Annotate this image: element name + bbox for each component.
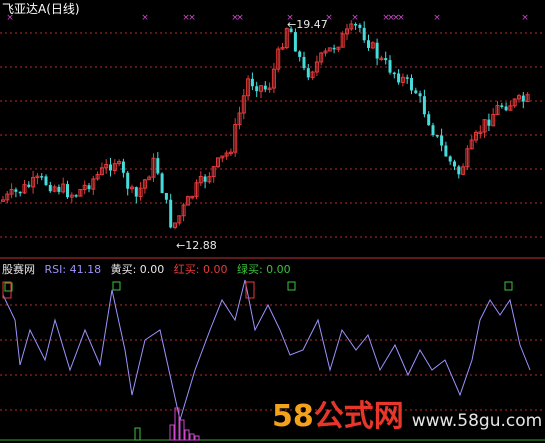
- candle-body-down: [27, 184, 31, 187]
- candle-body-down: [427, 114, 431, 126]
- rsi-value: RSI: 41.18: [44, 263, 102, 276]
- candle-body-down: [422, 96, 426, 115]
- candle-body-down: [109, 164, 112, 171]
- green-buy-signal: [112, 281, 121, 291]
- red-buy-value: 红买: 0.00: [173, 263, 228, 276]
- candle-body-down: [362, 27, 366, 41]
- candle-body-down: [48, 184, 52, 192]
- signal-x-marker: ×: [141, 13, 149, 23]
- price-low-annotation: ←12.88: [176, 239, 217, 252]
- indicator-histogram-bar: [169, 424, 175, 441]
- price-low-value: 12.88: [185, 239, 217, 252]
- candle-body-down: [358, 24, 362, 28]
- stock-name: 飞亚达A: [2, 2, 47, 16]
- candle-body-down: [44, 176, 48, 185]
- arrow-left-icon: ←: [287, 18, 297, 31]
- price-high-value: 19.47: [296, 18, 328, 31]
- signal-x-marker: ×: [351, 13, 359, 23]
- arrow-left-icon: ←: [176, 239, 186, 252]
- candle-body-down: [354, 23, 358, 26]
- signal-x-marker: ×: [397, 13, 405, 23]
- red-buy-signal: [2, 281, 12, 299]
- candle-body-down: [332, 47, 336, 50]
- indicator-source: 股赛网: [2, 263, 35, 276]
- price-high-annotation: ←19.47: [287, 18, 328, 31]
- indicator-histogram-bar: [189, 433, 195, 441]
- chart-canvas[interactable]: × × ×× ×× × × × ×××× × ×: [0, 0, 545, 443]
- green-buy-signal: [287, 281, 296, 291]
- candle-body-down: [298, 51, 302, 57]
- candle-body-down: [521, 95, 525, 102]
- indicator-histogram-bar: [134, 427, 141, 441]
- candle-body-down: [156, 158, 160, 174]
- candle-body-down: [250, 78, 254, 87]
- candle-body-down: [500, 105, 504, 107]
- watermark-58: 58: [272, 399, 314, 434]
- candle-body-down: [418, 93, 422, 97]
- signal-x-marker: ×: [433, 13, 441, 23]
- indicator-histogram-bar: [184, 429, 190, 441]
- candle-body-down: [397, 73, 401, 83]
- candle-body-down: [448, 156, 452, 162]
- candle-body-down: [14, 189, 18, 192]
- candle-body-down: [487, 119, 491, 126]
- candle-body-down: [431, 125, 435, 136]
- candle-body-down: [164, 193, 168, 200]
- watermark: 58公式网 www.58gu.com: [272, 391, 542, 435]
- candle-body-down: [302, 56, 306, 69]
- watermark-url: www.58gu.com: [411, 411, 543, 431]
- candle-body-down: [66, 184, 69, 198]
- candle-body-down: [392, 72, 396, 75]
- candle-body-down: [121, 161, 125, 173]
- candle-body-down: [255, 86, 259, 92]
- indicator-header: 股赛网 RSI: 41.18 黄买: 0.00 红买: 0.00 绿买: 0.0…: [2, 261, 297, 277]
- indicator-histogram-bar: [194, 435, 200, 441]
- signal-x-marker: ×: [236, 13, 244, 23]
- candle-body-down: [160, 173, 164, 194]
- candle-body-down: [40, 176, 44, 178]
- candle-body-down: [306, 68, 310, 78]
- stock-chart-window: × × × × × × × × × × × × × × × 飞亚达A(日线) ←19.47 ←12.88 股…: [0, 0, 545, 443]
- candle-body-down: [134, 187, 138, 197]
- indicator-histogram-bar: [179, 419, 185, 441]
- candle-body-down: [203, 176, 207, 182]
- candle-body-down: [453, 161, 456, 167]
- candle-body-down: [18, 191, 22, 194]
- candle-body-down: [504, 106, 508, 111]
- candle-body-down: [384, 58, 388, 61]
- candle-body-down: [414, 90, 418, 94]
- candle-body-down: [410, 78, 413, 91]
- candle-body-down: [263, 85, 267, 90]
- candle-body-down: [169, 199, 173, 228]
- candle-body-down: [440, 135, 444, 146]
- green-buy-signal: [504, 281, 513, 291]
- candle-body-down: [293, 32, 297, 52]
- yellow-buy-value: 黄买: 0.00: [110, 263, 165, 276]
- chart-period: (日线): [46, 2, 80, 16]
- candle-body-down: [457, 166, 461, 175]
- candle-body-down: [444, 145, 448, 157]
- stock-title: 飞亚达A(日线): [2, 0, 80, 17]
- candle-body-down: [87, 185, 91, 190]
- candle-body-down: [74, 195, 78, 197]
- signal-x-marker: ×: [188, 13, 196, 23]
- candle-body-down: [405, 77, 409, 79]
- candle-body-down: [57, 186, 61, 192]
- signal-x-marker: ×: [521, 13, 529, 23]
- candle-body-down: [388, 60, 392, 73]
- candle-body-down: [435, 135, 439, 137]
- candle-body-down: [126, 172, 130, 189]
- candle-body-down: [375, 42, 379, 59]
- green-buy-value: 绿买: 0.00: [236, 263, 291, 276]
- watermark-site-name: 公式网: [313, 399, 404, 434]
- candle-body-down: [367, 40, 370, 48]
